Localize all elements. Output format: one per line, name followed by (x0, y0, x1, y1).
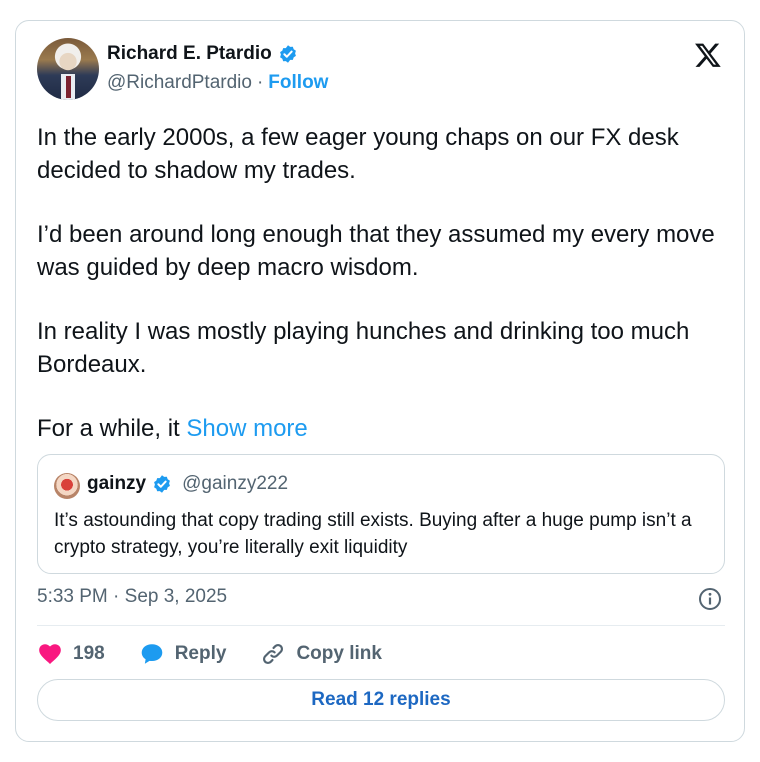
copy-link-label: Copy link (296, 643, 382, 664)
read-replies-button[interactable]: Read 12 replies (37, 679, 725, 721)
verified-badge-icon (154, 475, 171, 493)
verified-badge-icon (279, 45, 296, 63)
reply-label: Reply (174, 643, 227, 664)
tweet-paragraph: I’d been around long enough that they as… (37, 221, 715, 281)
author-handle-row: @RichardPtardio · Follow (107, 72, 328, 94)
heart-icon (39, 644, 61, 664)
reply-button[interactable]: Reply (139, 641, 227, 667)
link-icon (263, 643, 284, 665)
quote-text: It’s astounding that copy trading still … (54, 510, 692, 558)
follow-button[interactable]: Follow (268, 72, 328, 94)
tweet-paragraph: In reality I was mostly playing hunches … (37, 318, 690, 378)
info-icon[interactable] (698, 587, 722, 611)
author-handle[interactable]: @RichardPtardio (107, 72, 252, 94)
author-name-row: Richard E. Ptardio (107, 43, 298, 65)
tweet-last-line: For a while, it (37, 415, 180, 442)
copy-link-button[interactable]: Copy link (260, 641, 382, 667)
x-logo-icon[interactable] (694, 41, 722, 69)
author-name[interactable]: Richard E. Ptardio (107, 43, 272, 65)
tweet-text: In the early 2000s, a few eager young ch… (37, 121, 727, 445)
tweet-card: Richard E. Ptardio @RichardPtardio · Fol… (15, 20, 745, 742)
tweet-timestamp[interactable]: 5:33 PM · Sep 3, 2025 (37, 586, 227, 608)
separator-dot: · (256, 72, 264, 93)
tweet-paragraph: In the early 2000s, a few eager young ch… (37, 124, 679, 184)
divider (37, 625, 725, 626)
quote-author-name[interactable]: gainzy (87, 473, 146, 495)
like-button[interactable]: 198 (37, 641, 105, 667)
author-avatar[interactable] (37, 38, 99, 100)
show-more-link[interactable]: Show more (186, 415, 307, 442)
like-count: 198 (73, 643, 105, 664)
action-bar: 198 Reply Copy link (37, 639, 382, 669)
quote-author-handle[interactable]: @gainzy222 (182, 473, 288, 495)
quote-author-row: gainzy @gainzy222 (87, 473, 288, 495)
tweet-paragraph-truncated: For a while, it Show more (37, 412, 727, 445)
reply-icon (141, 644, 162, 664)
quoted-tweet[interactable]: gainzy @gainzy222 It’s astounding that c… (37, 454, 725, 574)
quote-avatar[interactable] (54, 473, 80, 499)
